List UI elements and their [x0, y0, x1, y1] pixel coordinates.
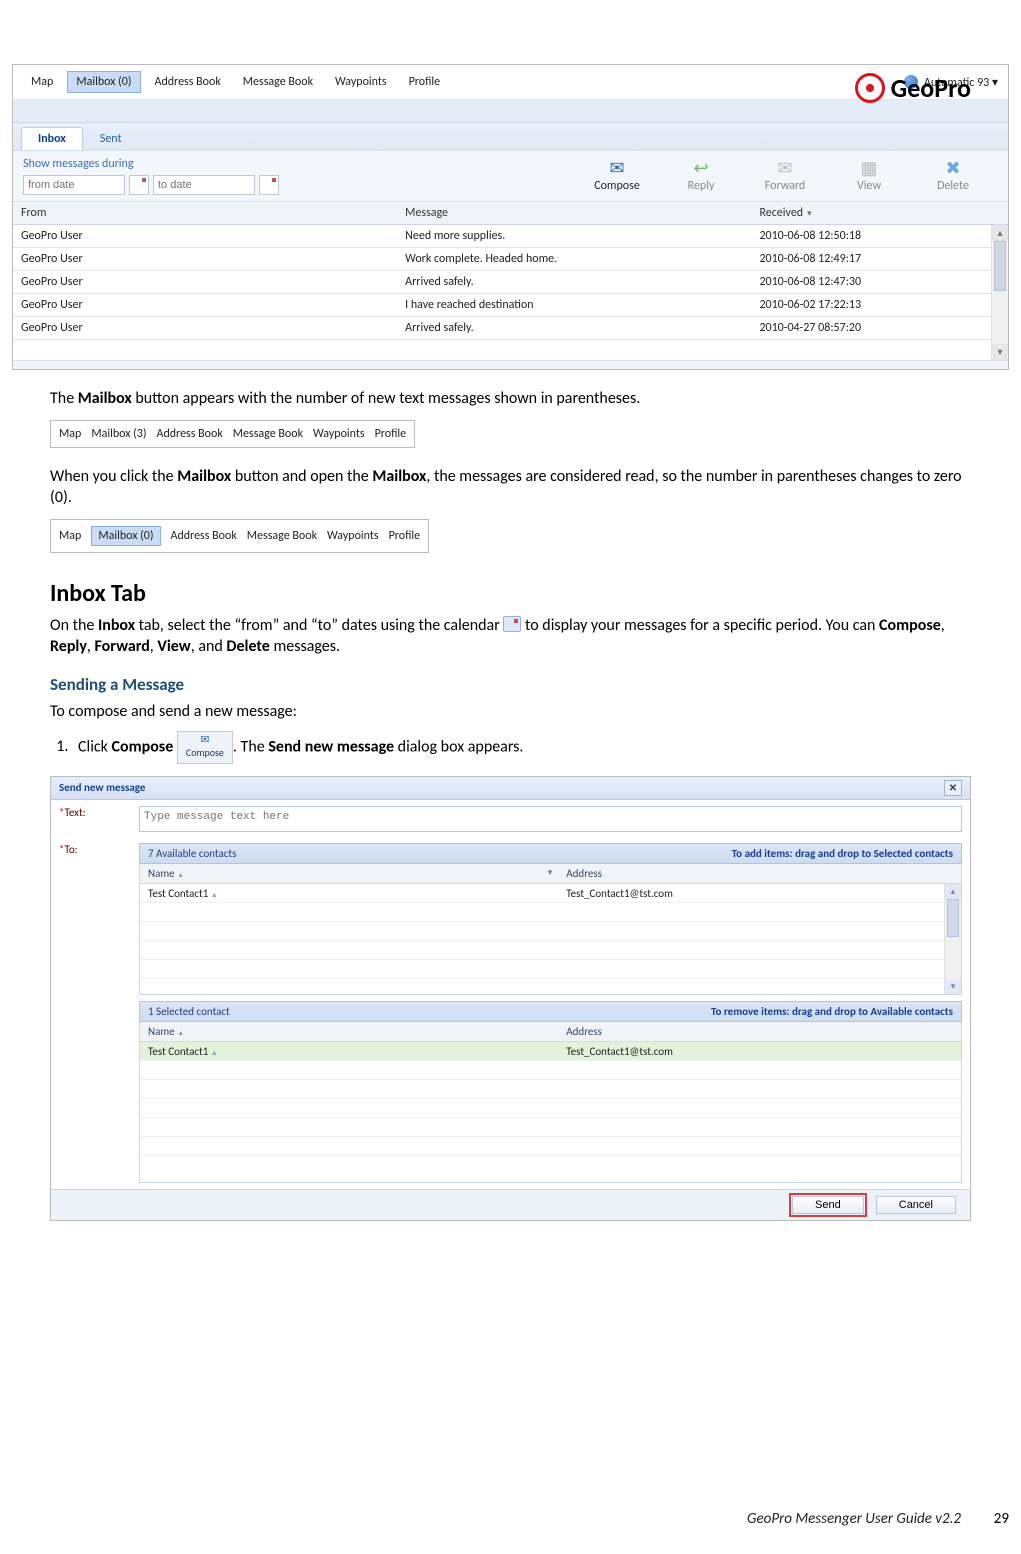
paragraph: When you click the Mailbox button and op…	[50, 466, 971, 509]
calendar-icon[interactable]	[129, 175, 149, 195]
inbox-row[interactable]: GeoPro UserI have reached destination201…	[13, 294, 1008, 317]
dialog-title-bar: Send new message ✕	[51, 777, 970, 800]
view-button[interactable]: ▦View	[844, 159, 894, 193]
delete-button[interactable]: ✖Delete	[928, 159, 978, 193]
calendar-icon[interactable]	[259, 175, 279, 195]
step-list: Click Compose ✉Compose. The Send new mes…	[50, 731, 971, 764]
inbox-table-header: From Message Received	[13, 202, 1008, 225]
heading-sending-message: Sending a Message	[50, 674, 971, 695]
inbox-row[interactable]: GeoPro UserArrived safely.2010-04-27 08:…	[13, 317, 1008, 340]
paragraph: To compose and send a new message:	[50, 701, 971, 723]
col-received[interactable]: Received	[751, 202, 1008, 224]
compose-button-icon: ✉Compose	[177, 731, 233, 764]
brand-logo: GeoPro	[855, 72, 971, 104]
to-label: To:	[59, 843, 139, 856]
forward-button[interactable]: ✉Forward	[760, 159, 810, 193]
nav-message-book[interactable]: Message Book	[235, 72, 321, 92]
send-message-dialog-screenshot: Send new message ✕ Text: To: 7 Available…	[50, 776, 971, 1221]
selected-contacts-header: 1 Selected contactTo remove items: drag …	[139, 1001, 962, 1022]
cancel-button[interactable]: Cancel	[876, 1196, 956, 1214]
reply-button[interactable]: ↩Reply	[676, 159, 726, 193]
contact-row[interactable]: Test Contact1 Test_Contact1@tst.com	[140, 884, 961, 903]
date-filter-label: Show messages during	[23, 157, 279, 171]
nav-profile[interactable]: Profile	[401, 72, 449, 92]
compose-button[interactable]: ✉Compose	[592, 159, 642, 193]
calendar-icon	[503, 616, 521, 632]
brand-name: GeoPro	[891, 72, 971, 104]
nav-address-book[interactable]: Address Book	[147, 72, 229, 92]
nav-screenshot-0: Map Mailbox (0) Address Book Message Boo…	[50, 519, 429, 553]
tab-sent[interactable]: Sent	[83, 127, 139, 150]
col-name[interactable]: Name▾	[140, 864, 558, 883]
paragraph: The Mailbox button appears with the numb…	[50, 388, 971, 410]
send-button[interactable]: Send	[792, 1196, 864, 1214]
tab-inbox[interactable]: Inbox	[21, 127, 83, 150]
to-date-input[interactable]	[153, 175, 255, 195]
paragraph: On the Inbox tab, select the “from” and …	[50, 614, 971, 658]
inbox-row[interactable]: GeoPro UserWork complete. Headed home.20…	[13, 248, 1008, 271]
available-contacts-header: 7 Available contactsTo add items: drag a…	[139, 843, 962, 864]
inbox-scrollbar[interactable]: ▴ ▾	[991, 225, 1008, 360]
nav-waypoints[interactable]: Waypoints	[327, 72, 395, 92]
inbox-row[interactable]: GeoPro UserNeed more supplies.2010-06-08…	[13, 225, 1008, 248]
heading-inbox-tab: Inbox Tab	[50, 579, 971, 608]
nav-mailbox[interactable]: Mailbox (0)	[67, 71, 140, 93]
col-address[interactable]: Address	[558, 864, 961, 883]
text-label: Text:	[59, 806, 139, 819]
logo-icon	[855, 73, 885, 103]
available-scrollbar[interactable]: ▴ ▾	[944, 884, 961, 994]
col-from[interactable]: From	[13, 202, 397, 224]
message-text-input[interactable]	[139, 806, 962, 832]
col-message[interactable]: Message	[397, 202, 751, 224]
close-icon[interactable]: ✕	[944, 780, 962, 796]
mailbox-tabs: Inbox Sent	[13, 123, 1008, 150]
step-1: Click Compose ✉Compose. The Send new mes…	[72, 731, 971, 764]
inbox-row[interactable]: GeoPro UserArrived safely.2010-06-08 12:…	[13, 271, 1008, 294]
col-address[interactable]: Address	[558, 1022, 961, 1041]
mailbox-screenshot: Map Mailbox (0) Address Book Message Boo…	[12, 64, 1009, 370]
selected-contact-row[interactable]: Test Contact1 Test_Contact1@tst.com	[140, 1042, 961, 1061]
from-date-input[interactable]	[23, 175, 125, 195]
page-number: 29	[994, 1510, 1009, 1528]
nav-screenshot-3: Map Mailbox (3) Address Book Message Boo…	[50, 420, 415, 448]
nav-map[interactable]: Map	[23, 72, 61, 92]
footer-title: GeoPro Messenger User Guide v2.2	[747, 1510, 961, 1528]
col-name[interactable]: Name	[140, 1022, 558, 1041]
dialog-title: Send new message	[59, 781, 145, 794]
